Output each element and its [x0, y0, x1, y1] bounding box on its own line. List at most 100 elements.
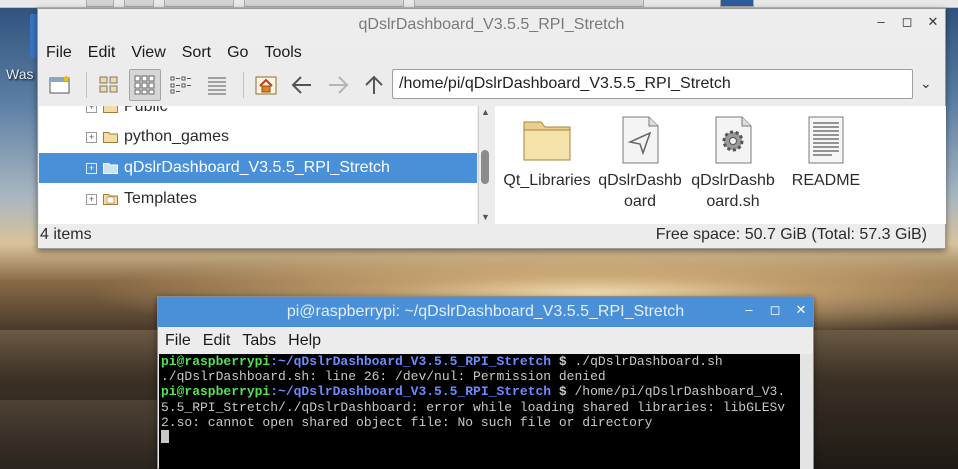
- status-bar: 4 items Free space: 50.7 GiB (Total: 57.…: [38, 222, 945, 248]
- view-icons-button[interactable]: [93, 69, 125, 101]
- taskbar-app-icon[interactable]: [720, 0, 754, 7]
- maximize-button[interactable]: ◻: [901, 15, 913, 29]
- desktop-icon-label[interactable]: Was: [6, 66, 33, 82]
- expand-toggle[interactable]: +: [86, 131, 97, 143]
- scrollbar-thumb[interactable]: [481, 150, 489, 184]
- prompt-user: pi@raspberrypi: [161, 384, 271, 400]
- up-button[interactable]: [358, 69, 390, 101]
- file-manager-window: qDslrDashboard_V3.5.5_RPI_Stretch – ◻ ✕ …: [37, 8, 946, 249]
- directory-tree: + Public + python_games + qDslrDashboard…: [39, 106, 477, 224]
- menu-sort[interactable]: Sort: [182, 44, 211, 62]
- tree-item[interactable]: + Templates: [39, 184, 477, 214]
- terminal-window: pi@raspberrypi: ~/qDslrDashboard_V3.5.5_…: [157, 296, 814, 469]
- command-text: ./qDslrDashboard.sh: [566, 354, 723, 369]
- terminal-line: pi@raspberrypi:~/qDslrDashboard_V3.5.5_R…: [161, 384, 798, 399]
- scroll-up-arrow-icon[interactable]: ▲: [481, 107, 490, 117]
- file-item[interactable]: qDslrDashboard: [594, 114, 686, 212]
- terminal-line: 2.so: cannot open shared object file: No…: [161, 414, 653, 430]
- close-button[interactable]: ✕: [795, 303, 807, 317]
- folder-icon: [103, 106, 118, 113]
- maximize-button[interactable]: ◻: [769, 303, 781, 317]
- terminal-menubar: File Edit Tabs Help: [158, 327, 813, 354]
- file-item[interactable]: Qt_Libraries: [501, 114, 593, 191]
- close-button[interactable]: ✕: [927, 15, 939, 29]
- arrow-right-icon: [329, 76, 349, 94]
- menu-tabs[interactable]: Tabs: [242, 332, 276, 350]
- compact-view-icon: [170, 76, 191, 94]
- script-gear-icon: [715, 116, 752, 164]
- file-label: Qt_Libraries: [503, 172, 591, 189]
- taskbar-button[interactable]: [86, 0, 114, 7]
- expand-toggle[interactable]: +: [86, 162, 97, 174]
- terminal-line: 5.5_RPI_Stretch/./qDslrDashboard: error …: [161, 399, 786, 415]
- terminal-output[interactable]: pi@raspberrypi:~/qDslrDashboard_V3.5.5_R…: [159, 354, 800, 469]
- toolbar-separator: [243, 72, 244, 98]
- toolbar: ⌄: [38, 65, 945, 105]
- terminal-scrollbar[interactable]: [800, 354, 813, 469]
- back-button[interactable]: [286, 69, 318, 101]
- menu-go[interactable]: Go: [227, 44, 248, 62]
- expand-toggle[interactable]: +: [86, 106, 97, 113]
- menu-file[interactable]: File: [165, 332, 191, 350]
- view-list-button[interactable]: [201, 69, 233, 101]
- arrow-left-icon: [291, 76, 311, 94]
- minimize-button[interactable]: –: [875, 15, 887, 29]
- path-input[interactable]: [392, 69, 913, 99]
- prompt-symbol: $: [551, 354, 567, 369]
- menubar: File Edit View Sort Go Tools: [38, 41, 945, 65]
- terminal-line: ./qDslrDashboard.sh: line 26: /dev/nul: …: [161, 369, 606, 385]
- file-item[interactable]: README: [780, 114, 872, 191]
- view-thumbnails-button[interactable]: [129, 69, 161, 101]
- text-document-icon: [808, 116, 844, 164]
- terminal-titlebar[interactable]: pi@raspberrypi: ~/qDslrDashboard_V3.5.5_…: [158, 297, 813, 327]
- scroll-down-arrow-icon[interactable]: ▼: [481, 212, 490, 222]
- tree-scrollbar[interactable]: ▲ ▼: [478, 106, 491, 224]
- prompt-symbol: $: [551, 384, 567, 400]
- free-space: Free space: 50.7 GiB (Total: 57.3 GiB): [655, 226, 927, 243]
- taskbar-window-button[interactable]: [414, 0, 644, 7]
- menu-file[interactable]: File: [46, 44, 72, 62]
- menu-tools[interactable]: Tools: [264, 44, 301, 62]
- prompt-path: :~/qDslrDashboard_V3.5.5_RPI_Stretch: [270, 354, 552, 369]
- menu-help[interactable]: Help: [288, 332, 321, 350]
- home-button[interactable]: [250, 69, 282, 101]
- file-item[interactable]: qDslrDashboard.sh: [687, 114, 779, 212]
- menu-edit[interactable]: Edit: [88, 44, 116, 62]
- view-compact-button[interactable]: [165, 69, 197, 101]
- toolbar-separator: [86, 72, 87, 98]
- menu-edit[interactable]: Edit: [203, 332, 231, 350]
- tree-item-label: qDslrDashboard_V3.5.5_RPI_Stretch: [124, 159, 390, 176]
- taskbar-button[interactable]: [164, 0, 234, 7]
- file-label: qDslrDashboard.sh: [691, 172, 775, 210]
- text-cursor: [161, 430, 169, 444]
- menu-view[interactable]: View: [131, 44, 165, 62]
- terminal-line: pi@raspberrypi:~/qDslrDashboard_V3.5.5_R…: [161, 354, 798, 369]
- new-window-icon: [49, 75, 70, 94]
- item-count: 4 items: [40, 226, 92, 243]
- tree-item-label: Templates: [124, 190, 197, 207]
- expand-toggle[interactable]: +: [86, 193, 97, 205]
- tree-item-label: Public: [124, 106, 168, 115]
- chevron-down-icon[interactable]: ⌄: [920, 75, 932, 92]
- tree-item-label: python_games: [124, 128, 229, 145]
- taskbar-window-button[interactable]: [244, 0, 404, 7]
- new-window-button[interactable]: [44, 69, 76, 101]
- folder-icon: [523, 121, 571, 161]
- forward-button[interactable]: [322, 69, 354, 101]
- tree-item[interactable]: + python_games: [39, 122, 477, 152]
- window-title: pi@raspberrypi: ~/qDslrDashboard_V3.5.5_…: [286, 303, 685, 320]
- tree-item[interactable]: + Public: [39, 106, 477, 122]
- window-title: qDslrDashboard_V3.5.5_RPI_Stretch: [358, 16, 625, 33]
- tree-item-selected[interactable]: + qDslrDashboard_V3.5.5_RPI_Stretch: [39, 153, 477, 183]
- wallpaper-road: [0, 400, 158, 469]
- taskbar-button[interactable]: [124, 0, 154, 7]
- file-icon-view: Qt_Libraries qDslrDashboard qDslrDashboa…: [495, 106, 946, 224]
- command-text: /home/pi/qDslrDashboard_V3.: [566, 384, 786, 400]
- icon-view-icon: [99, 76, 118, 93]
- prompt-path: :~/qDslrDashboard_V3.5.5_RPI_Stretch: [270, 384, 552, 400]
- list-view-icon: [208, 77, 226, 95]
- file-manager-titlebar[interactable]: qDslrDashboard_V3.5.5_RPI_Stretch – ◻ ✕: [38, 9, 945, 41]
- minimize-button[interactable]: –: [743, 303, 755, 317]
- file-label: README: [791, 172, 861, 189]
- file-manager-body: + Public + python_games + qDslrDashboard…: [38, 106, 946, 224]
